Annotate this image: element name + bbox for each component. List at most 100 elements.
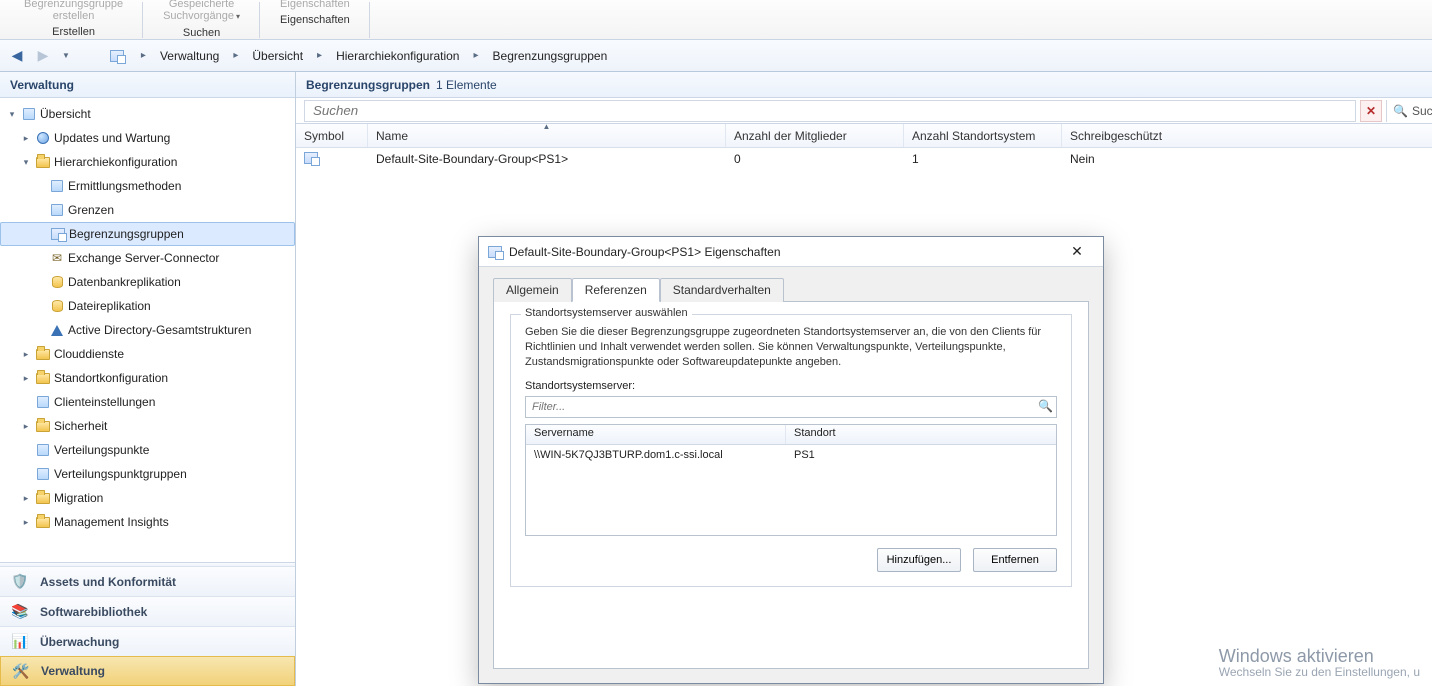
crumb-uebersicht[interactable]: Übersicht (246, 45, 309, 67)
list-search-row: ✕ 🔍Suc (296, 98, 1432, 124)
workspace-software[interactable]: 📚Softwarebibliothek (0, 596, 295, 626)
properties-dialog: Default-Site-Boundary-Group<PS1> Eigensc… (478, 236, 1104, 684)
tree-verteilungspunktgruppen[interactable]: Verteilungspunktgruppen (0, 462, 295, 486)
tree-label: Hierarchiekonfiguration (54, 155, 177, 169)
nav-forward-button[interactable]: ▶ (32, 45, 54, 67)
tree-ermittlung[interactable]: Ermittlungsmethoden (0, 174, 295, 198)
servers-table[interactable]: Servername Standort \\WIN-5K7QJ3BTURP.do… (525, 424, 1057, 536)
crumb-hierarchie[interactable]: Hierarchiekonfiguration (330, 45, 465, 67)
tree-migration[interactable]: ▸Migration (0, 486, 295, 510)
server-filter-input[interactable] (525, 396, 1057, 418)
srv-col-site[interactable]: Standort (786, 425, 1056, 444)
col-members[interactable]: Anzahl der Mitglieder (726, 124, 904, 147)
tree-standortkonfig[interactable]: ▸Standortkonfiguration (0, 366, 295, 390)
srv-cell-server: \\WIN-5K7QJ3BTURP.dom1.c-ssi.local (526, 447, 786, 463)
tree-label: Grenzen (68, 203, 114, 217)
tree-label: Datenbankreplikation (68, 275, 181, 289)
dialog-title: Default-Site-Boundary-Group<PS1> Eigensc… (509, 245, 1051, 259)
boundary-group-icon (304, 152, 318, 164)
crumb-begrenzung[interactable]: Begrenzungsgruppen (487, 45, 614, 67)
tree-label: Clienteinstellungen (54, 395, 155, 409)
ws-label: Überwachung (40, 635, 119, 649)
watermark-subtitle: Wechseln Sie zu den Einstellungen, u (1219, 664, 1420, 680)
ws-label: Assets und Konformität (40, 575, 176, 589)
tree-label: Updates und Wartung (54, 131, 170, 145)
ribbon-prop-top: Eigenschaften (280, 0, 350, 10)
tree-begrenzungsgruppen[interactable]: Begrenzungsgruppen (0, 222, 295, 246)
remove-server-button[interactable]: Entfernen (973, 548, 1057, 572)
tab-default-behavior[interactable]: Standardverhalten (660, 278, 784, 302)
tree-dbreplikation[interactable]: Datenbankreplikation (0, 270, 295, 294)
col-symbol[interactable]: Symbol (296, 124, 368, 147)
col-name[interactable]: Name▲ (368, 124, 726, 147)
crumb-verwaltung[interactable]: Verwaltung (154, 45, 225, 67)
list-row[interactable]: Default-Site-Boundary-Group<PS1> 0 1 Nei… (296, 148, 1432, 170)
navigation-pane: Verwaltung ▾Übersicht ▸Updates und Wartu… (0, 72, 296, 686)
breadcrumb-bar: ◀ ▶ ▼ ▸ Verwaltung ▸ Übersicht ▸ Hierarc… (0, 40, 1432, 72)
tree-grenzen[interactable]: Grenzen (0, 198, 295, 222)
workspace-monitoring[interactable]: 📊Überwachung (0, 626, 295, 656)
chevron-right-icon: ▸ (229, 50, 242, 61)
tree-label: Verteilungspunktgruppen (54, 467, 187, 481)
ribbon-create-top: Begrenzungsgruppe erstellen (24, 0, 123, 22)
tree-clienteinstellungen[interactable]: Clienteinstellungen (0, 390, 295, 414)
ribbon-search-top: Gespeicherte Suchvorgänge▾ (163, 0, 240, 23)
tree-label: Exchange Server-Connector (68, 251, 219, 265)
ribbon-group-properties[interactable]: Eigenschaften Eigenschaften (260, 0, 370, 40)
tree-sicherheit[interactable]: ▸Sicherheit (0, 414, 295, 438)
search-go-label: Suc (1412, 104, 1432, 118)
ribbon-group-create[interactable]: Begrenzungsgruppe erstellen Erstellen (4, 0, 143, 40)
tree-exchange[interactable]: ✉Exchange Server-Connector (0, 246, 295, 270)
nav-back-button[interactable]: ◀ (6, 45, 28, 67)
nav-history-dropdown[interactable]: ▼ (58, 51, 74, 60)
clear-search-button[interactable]: ✕ (1360, 100, 1382, 122)
tree-ad-forests[interactable]: Active Directory-Gesamtstrukturen (0, 318, 295, 342)
list-heading-count: 1 Elemente (436, 78, 497, 92)
tree-label: Active Directory-Gesamtstrukturen (68, 323, 251, 337)
groupbox-description: Geben Sie die dieser Begrenzungsgruppe z… (525, 325, 1057, 370)
groupbox-site-servers: Standortsystemserver auswählen Geben Sie… (510, 314, 1072, 587)
ribbon-prop-bottom: Eigenschaften (280, 14, 350, 26)
tree-updates[interactable]: ▸Updates und Wartung (0, 126, 295, 150)
workspace-administration[interactable]: 🛠️Verwaltung (0, 656, 295, 686)
tree-label: Management Insights (54, 515, 169, 529)
tree-clouddienste[interactable]: ▸Clouddienste (0, 342, 295, 366)
list-columns-header: Symbol Name▲ Anzahl der Mitglieder Anzah… (296, 124, 1432, 148)
tree-hierarchie[interactable]: ▾Hierarchiekonfiguration (0, 150, 295, 174)
srv-col-server[interactable]: Servername (526, 425, 786, 444)
sort-asc-icon: ▲ (543, 122, 551, 131)
cell-members: 0 (726, 152, 904, 166)
ribbon-create-bottom: Erstellen (52, 26, 95, 38)
dialog-titlebar[interactable]: Default-Site-Boundary-Group<PS1> Eigensc… (479, 237, 1103, 267)
tab-general[interactable]: Allgemein (493, 278, 572, 302)
nav-tree[interactable]: ▾Übersicht ▸Updates und Wartung ▾Hierarc… (0, 98, 295, 562)
watermark-title: Windows aktivieren (1219, 648, 1420, 664)
dialog-icon (487, 244, 503, 260)
tree-filereplikation[interactable]: Dateireplikation (0, 294, 295, 318)
workspace-assets[interactable]: 🛡️Assets und Konformität (0, 566, 295, 596)
list-search-input[interactable] (304, 100, 1356, 122)
col-sites[interactable]: Anzahl Standortsystem (904, 124, 1062, 147)
tree-label: Ermittlungsmethoden (68, 179, 181, 193)
tab-references[interactable]: Referenzen (572, 278, 660, 302)
tree-label: Standortkonfiguration (54, 371, 168, 385)
col-readonly[interactable]: Schreibgeschützt (1062, 124, 1432, 147)
list-heading-title: Begrenzungsgruppen (306, 78, 430, 92)
srv-cell-site: PS1 (786, 447, 1056, 463)
ribbon-search-bottom: Suchen (183, 27, 220, 39)
tree-uebersicht[interactable]: ▾Übersicht (0, 102, 295, 126)
ribbon: Begrenzungsgruppe erstellen Erstellen Ge… (0, 0, 1432, 40)
tree-label: Begrenzungsgruppen (69, 227, 184, 241)
breadcrumb-root-icon[interactable] (103, 45, 131, 67)
add-server-button[interactable]: Hinzufügen... (877, 548, 961, 572)
ws-label: Softwarebibliothek (40, 605, 147, 619)
tree-management-insights[interactable]: ▸Management Insights (0, 510, 295, 534)
ribbon-group-search[interactable]: Gespeicherte Suchvorgänge▾ Suchen (143, 0, 260, 40)
tree-label: Verteilungspunkte (54, 443, 149, 457)
search-button[interactable]: 🔍Suc (1386, 100, 1432, 122)
search-icon: 🔍 (1038, 399, 1053, 413)
servers-table-row[interactable]: \\WIN-5K7QJ3BTURP.dom1.c-ssi.local PS1 (526, 445, 1056, 465)
dialog-close-button[interactable]: ✕ (1057, 241, 1097, 263)
tree-verteilungspunkte[interactable]: Verteilungspunkte (0, 438, 295, 462)
list-heading: Begrenzungsgruppen 1 Elemente (296, 72, 1432, 98)
